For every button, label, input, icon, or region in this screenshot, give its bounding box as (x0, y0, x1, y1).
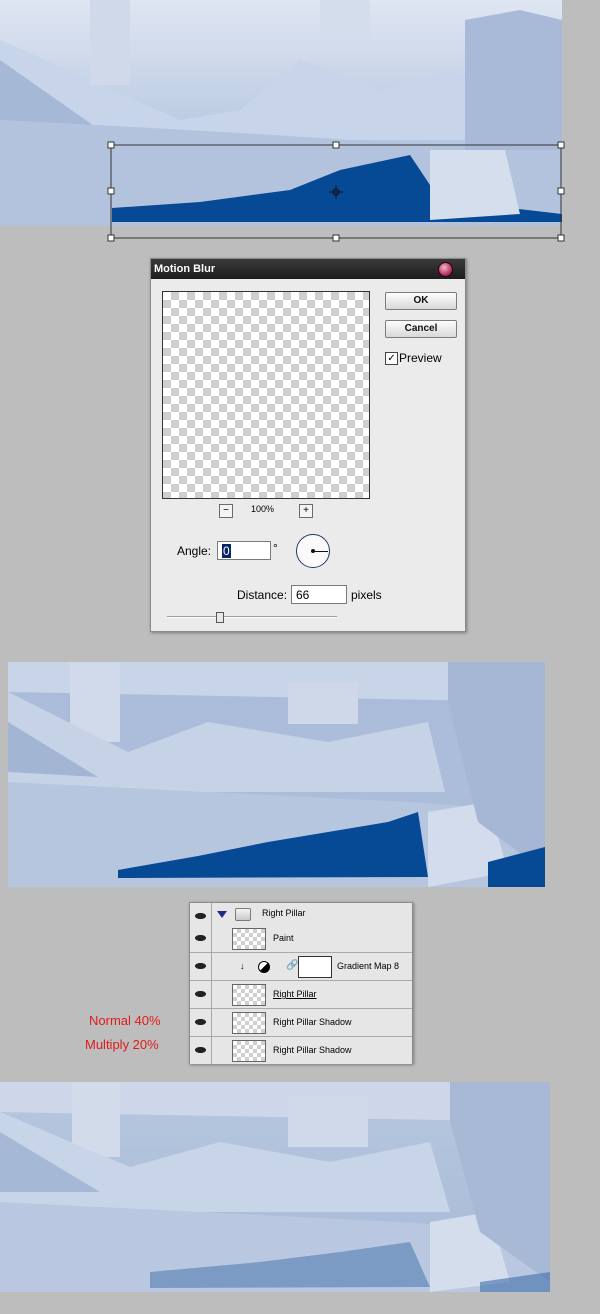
angle-dial[interactable] (296, 534, 330, 568)
layer-row-group[interactable]: Right Pillar (190, 903, 412, 926)
layer-name: Right Pillar (262, 908, 306, 918)
scene-after-blur (8, 662, 545, 887)
layer-mask-thumbnail (298, 956, 332, 978)
eye-icon[interactable] (190, 1037, 212, 1064)
degree-symbol: ° (273, 541, 278, 555)
eye-icon[interactable] (190, 1009, 212, 1036)
motion-blur-dialog: Motion Blur − 100% + OK Cancel ✓ Preview… (150, 258, 466, 632)
eye-icon[interactable] (190, 953, 212, 980)
zoom-level: 100% (251, 504, 275, 514)
layer-name: Right Pillar Shadow (273, 1017, 352, 1027)
layer-name: Right Pillar (273, 989, 317, 999)
layer-row-right-pillar[interactable]: Right Pillar (190, 981, 412, 1009)
preview-label: Preview (399, 351, 442, 365)
layer-row-paint[interactable]: Paint (190, 925, 412, 953)
distance-input[interactable]: 66 (291, 585, 347, 604)
layer-name: Paint (273, 933, 294, 943)
link-chain-icon[interactable]: 🔗 (286, 960, 298, 971)
blur-preview[interactable] (162, 291, 370, 499)
close-icon[interactable] (438, 262, 453, 277)
layer-row-gradient-map[interactable]: ↓ 🔗 Gradient Map 8 (190, 953, 412, 981)
dial-center (311, 549, 315, 553)
adjustment-layer-icon (258, 961, 270, 973)
preview-checkbox[interactable]: ✓ (385, 352, 398, 365)
zoom-in-button[interactable]: + (299, 504, 313, 518)
distance-label: Distance: (237, 588, 288, 602)
blend-note-multiply: Multiply 20% (85, 1037, 159, 1052)
scene-final (0, 1082, 550, 1292)
blend-note-normal: Normal 40% (89, 1013, 161, 1028)
angle-value: 0 (222, 544, 231, 558)
eye-icon[interactable] (190, 903, 212, 925)
clipping-arrow-icon: ↓ (240, 961, 245, 971)
layer-row-shadow-2[interactable]: Right Pillar Shadow (190, 1037, 412, 1064)
layer-row-shadow-1[interactable]: Right Pillar Shadow (190, 1009, 412, 1037)
angle-input[interactable]: 0 (217, 541, 271, 560)
expand-triangle-icon[interactable] (217, 911, 227, 918)
layer-thumbnail (232, 928, 266, 950)
folder-icon (235, 908, 251, 921)
dial-line (313, 551, 328, 552)
angle-label: Angle: (177, 544, 212, 558)
layer-thumbnail (232, 984, 266, 1006)
dialog-titlebar[interactable]: Motion Blur (151, 259, 465, 279)
layers-panel: Right Pillar Paint ↓ 🔗 Gradient Map 8 Ri… (189, 902, 413, 1064)
cancel-button[interactable]: Cancel (385, 320, 457, 338)
eye-icon[interactable] (190, 981, 212, 1008)
layer-thumbnail (232, 1040, 266, 1062)
distance-slider-track[interactable] (167, 616, 337, 618)
distance-unit: pixels (351, 588, 382, 602)
dialog-title: Motion Blur (154, 263, 216, 275)
eye-icon[interactable] (190, 925, 212, 952)
layer-name: Gradient Map 8 (337, 961, 400, 971)
distance-slider-thumb[interactable] (216, 612, 224, 623)
zoom-out-button[interactable]: − (219, 504, 233, 518)
layer-thumbnail (232, 1012, 266, 1034)
ok-button[interactable]: OK (385, 292, 457, 310)
scene-transform (0, 0, 600, 245)
layer-name: Right Pillar Shadow (273, 1045, 352, 1055)
